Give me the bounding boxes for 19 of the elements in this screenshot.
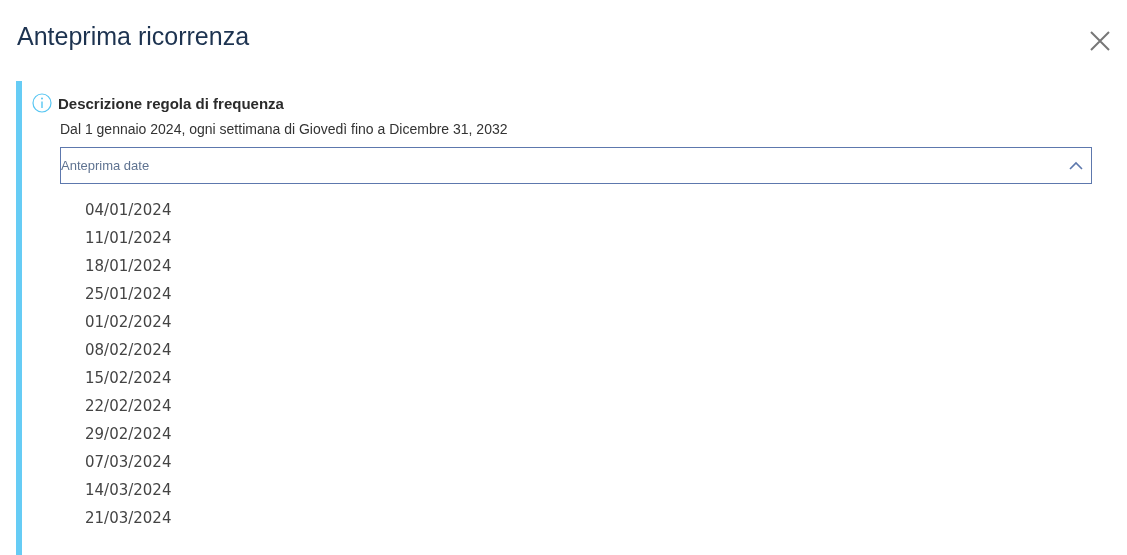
preview-date: 25/01/2024 bbox=[85, 284, 173, 305]
preview-date: 21/03/2024 bbox=[85, 508, 173, 529]
close-button[interactable] bbox=[1089, 30, 1111, 52]
preview-date: 22/02/2024 bbox=[85, 396, 173, 417]
preview-date: 15/02/2024 bbox=[85, 368, 173, 389]
preview-date: 07/03/2024 bbox=[85, 452, 173, 473]
dialog-title: Anteprima ricorrenza bbox=[17, 22, 250, 51]
preview-date: 14/03/2024 bbox=[85, 480, 173, 501]
preview-date: 11/01/2024 bbox=[85, 228, 173, 249]
preview-date: 08/02/2024 bbox=[85, 340, 173, 361]
info-icon bbox=[32, 93, 52, 113]
preview-date: 01/02/2024 bbox=[85, 312, 173, 333]
rule-heading: Descrizione regola di frequenza bbox=[58, 94, 284, 112]
preview-date: 29/02/2024 bbox=[85, 424, 173, 445]
preview-date: 04/01/2024 bbox=[85, 200, 173, 221]
preview-date: 18/01/2024 bbox=[85, 256, 173, 277]
rule-description: Dal 1 gennaio 2024, ogni settimana di Giovedì fino a Dicembre 31, 2032 bbox=[60, 121, 509, 137]
chevron-icon bbox=[1069, 161, 1083, 170]
date-preview-accordion[interactable]: Anteprima date bbox=[60, 147, 1092, 184]
